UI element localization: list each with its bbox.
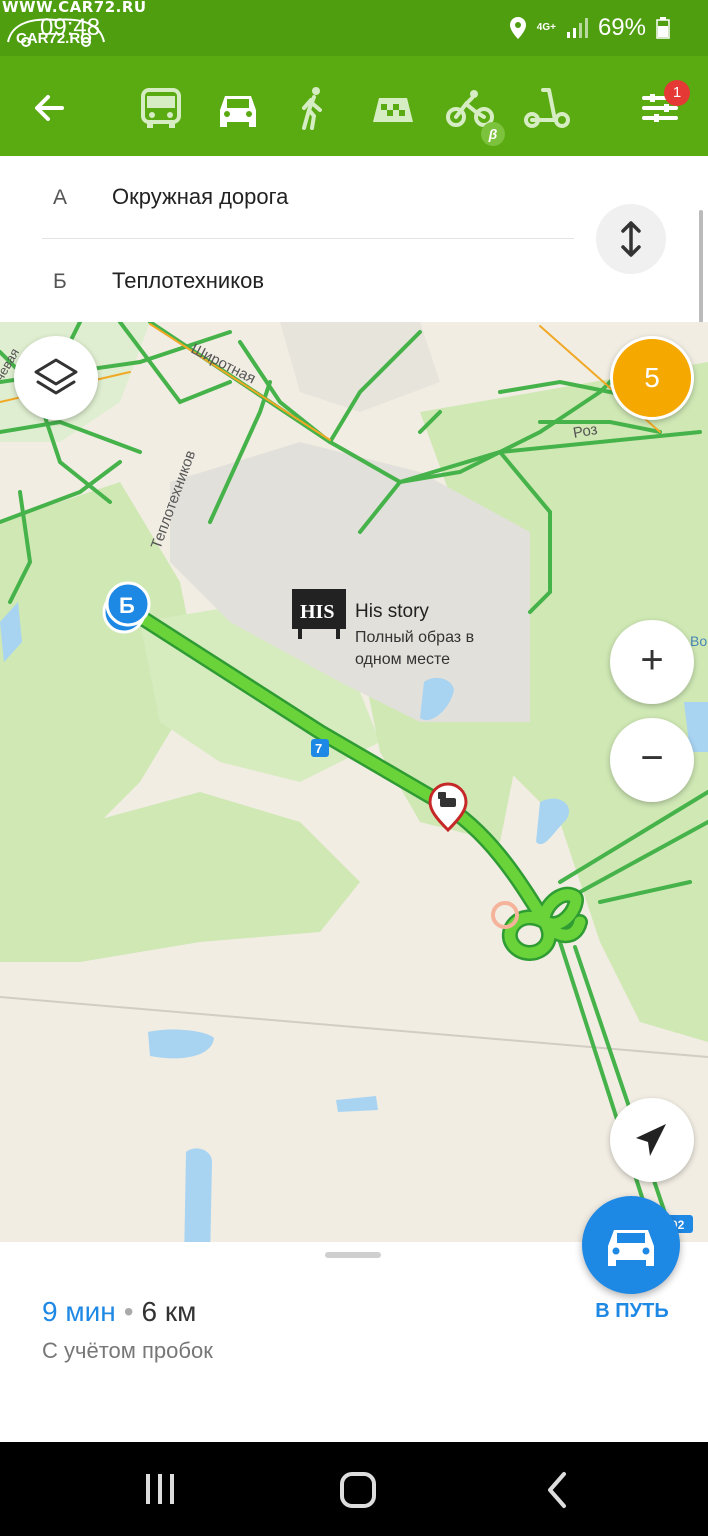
network-type: 4G+ (536, 22, 556, 33)
taxi-icon[interactable] (369, 84, 417, 132)
eta-time: 9 мин (42, 1296, 116, 1327)
beta-badge: β (481, 122, 505, 146)
road-badge-label: 7 (315, 741, 322, 756)
sheet-handle[interactable] (325, 1252, 381, 1258)
arrow-left-icon[interactable] (26, 84, 74, 132)
map-canvas: Широтная Теплотехников Роз чевая Во HIS … (0, 322, 708, 1242)
layers-icon (34, 358, 78, 395)
eta-line: 9 мин • 6 км (42, 1296, 196, 1328)
poi-desc-2: одном месте (355, 651, 450, 668)
back-icon[interactable] (540, 1470, 574, 1510)
system-nav-bar (0, 1442, 708, 1536)
go-label[interactable]: В ПУТЬ (592, 1300, 672, 1323)
traffic-level-value: 5 (644, 362, 660, 393)
zoom-out-button[interactable]: − (610, 718, 694, 802)
eta-subtitle: С учётом пробок (42, 1338, 213, 1363)
zoom-in-icon: + (640, 638, 664, 682)
watermark-logo-text: CAR72.RO (16, 30, 92, 47)
layers-button[interactable] (14, 336, 98, 420)
swap-button[interactable] (596, 204, 666, 274)
destination-marker-label: Б (119, 593, 135, 618)
poi-name: His story (355, 601, 429, 622)
car-icon[interactable] (214, 84, 262, 132)
poi-desc-1: Полный образ в (355, 629, 474, 646)
status-bar: WWW.CAR72.RU 09:48 CAR72.RO 4G+ 69% (0, 0, 708, 56)
map-view[interactable]: Широтная Теплотехников Роз чевая Во HIS … (0, 322, 708, 1242)
location-icon (509, 17, 526, 39)
swap-arrows-icon (621, 221, 641, 257)
to-field[interactable]: Теплотехников (112, 268, 264, 294)
signal-icon (566, 18, 588, 38)
from-letter: А (53, 186, 68, 209)
divider (42, 238, 574, 239)
car-icon (608, 1230, 654, 1266)
transport-toolbar: β 1 (0, 56, 708, 156)
scooter-icon[interactable] (523, 84, 571, 132)
walk-icon[interactable] (290, 84, 338, 132)
from-field[interactable]: Окружная дорога (112, 184, 288, 210)
to-letter: Б (53, 270, 67, 293)
locate-button[interactable] (610, 1098, 694, 1182)
recent-apps-icon[interactable] (140, 1472, 180, 1508)
status-icons: 4G+ 69% (509, 14, 670, 42)
eta-separator: • (123, 1296, 134, 1327)
poi-logo: HIS (300, 601, 334, 623)
zoom-out-icon: − (640, 736, 664, 780)
zoom-in-button[interactable]: + (610, 620, 694, 704)
route-panel: А Окружная дорога Б Теплотехников (0, 156, 708, 490)
go-button[interactable] (582, 1196, 680, 1294)
battery-icon (656, 17, 670, 39)
navigation-arrow-icon (636, 1124, 666, 1156)
eta-distance: 6 км (141, 1296, 197, 1327)
battery-percent: 69% (597, 14, 646, 41)
home-icon[interactable] (338, 1470, 378, 1510)
traffic-level-button[interactable]: 5 (610, 336, 694, 420)
bus-icon[interactable] (137, 84, 185, 132)
filter-badge: 1 (664, 80, 690, 106)
